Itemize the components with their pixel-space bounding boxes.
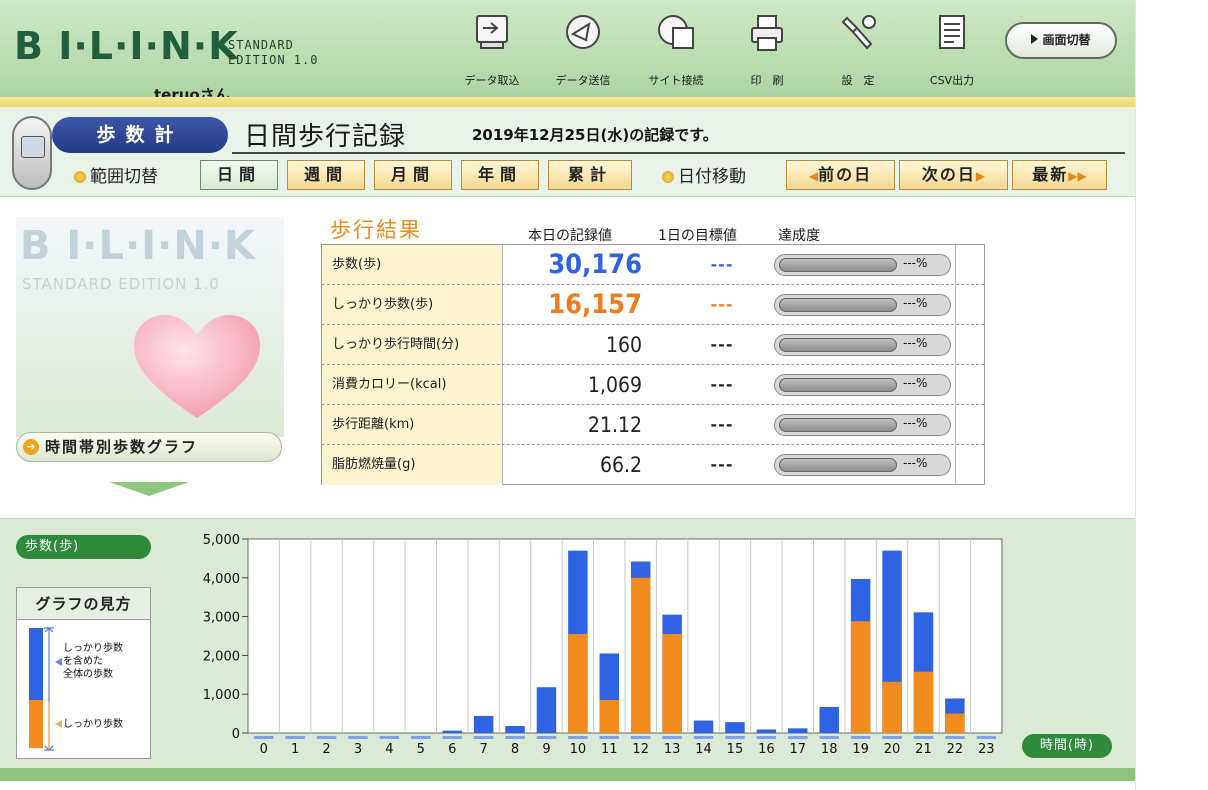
bar-total bbox=[505, 726, 525, 733]
y-tick-label: 3,000 bbox=[203, 611, 240, 626]
x-tick-label: 7 bbox=[479, 742, 487, 757]
x-tick-label: 19 bbox=[852, 742, 869, 757]
x-marker bbox=[850, 736, 871, 739]
x-tick-label: 21 bbox=[915, 742, 932, 757]
x-marker bbox=[662, 736, 682, 739]
x-marker bbox=[379, 736, 400, 739]
x-tick-label: 16 bbox=[758, 742, 775, 757]
x-tick-label: 11 bbox=[601, 742, 618, 757]
bar-firm bbox=[630, 577, 651, 733]
x-marker bbox=[725, 736, 745, 739]
x-tick-label: 15 bbox=[727, 742, 744, 757]
x-marker bbox=[442, 736, 462, 739]
x-tick-label: 17 bbox=[790, 742, 807, 757]
x-tick-label: 5 bbox=[417, 742, 425, 757]
bar-total bbox=[536, 687, 557, 733]
bar-firm bbox=[599, 700, 620, 733]
bar-firm bbox=[882, 681, 902, 733]
bar-total bbox=[725, 722, 745, 733]
x-tick-label: 20 bbox=[884, 742, 901, 757]
y-tick-label: 5,000 bbox=[203, 533, 240, 548]
x-marker bbox=[411, 736, 431, 739]
y-tick-label: 1,000 bbox=[203, 688, 240, 703]
x-tick-label: 10 bbox=[570, 742, 587, 757]
bar-total bbox=[819, 707, 839, 733]
x-marker bbox=[599, 736, 620, 739]
bar-total bbox=[756, 729, 777, 733]
x-marker bbox=[819, 736, 839, 739]
x-marker bbox=[348, 736, 368, 739]
y-tick-label: 0 bbox=[232, 727, 240, 742]
y-tick-label: 4,000 bbox=[203, 572, 240, 587]
x-tick-label: 0 bbox=[260, 742, 268, 757]
x-tick-label: 9 bbox=[542, 742, 550, 757]
x-marker bbox=[756, 736, 777, 739]
x-tick-label: 6 bbox=[448, 742, 456, 757]
bar-total bbox=[473, 715, 494, 733]
bar-firm bbox=[945, 713, 965, 733]
x-marker bbox=[285, 736, 305, 739]
x-tick-label: 2 bbox=[322, 742, 330, 757]
x-marker bbox=[473, 736, 494, 739]
x-marker bbox=[253, 736, 274, 739]
window-margin bbox=[1135, 0, 1208, 790]
x-tick-label: 4 bbox=[385, 742, 393, 757]
x-marker bbox=[788, 736, 808, 739]
x-marker bbox=[945, 736, 965, 739]
x-marker bbox=[505, 736, 525, 739]
bar-firm bbox=[662, 634, 682, 733]
x-tick-label: 22 bbox=[947, 742, 964, 757]
bar-total bbox=[442, 730, 462, 733]
app-window: B I·L·I·N·K STANDARD EDITION 1.0 teruoさん… bbox=[0, 0, 1135, 790]
bar-total bbox=[693, 720, 714, 733]
hourly-steps-chart: 01,0002,0003,0004,0005,0000 1 2 3 4 5 6 7 8 9 10 11… bbox=[203, 533, 1003, 757]
x-tick-label: 8 bbox=[511, 742, 519, 757]
bar-firm bbox=[913, 671, 934, 733]
x-tick-label: 12 bbox=[632, 742, 649, 757]
bar-firm bbox=[568, 634, 588, 733]
x-marker bbox=[568, 736, 588, 739]
x-marker bbox=[882, 736, 902, 739]
x-tick-label: 1 bbox=[291, 742, 299, 757]
x-tick-label: 23 bbox=[978, 742, 995, 757]
x-tick-label: 3 bbox=[354, 742, 362, 757]
y-tick-label: 2,000 bbox=[203, 649, 240, 664]
bar-total bbox=[788, 728, 808, 733]
x-tick-label: 14 bbox=[695, 742, 712, 757]
x-marker bbox=[630, 736, 651, 739]
x-tick-label: 18 bbox=[821, 742, 838, 757]
x-marker bbox=[536, 736, 557, 739]
x-marker bbox=[693, 736, 714, 739]
x-marker bbox=[316, 736, 337, 739]
bar-firm bbox=[850, 621, 871, 733]
x-marker bbox=[976, 736, 997, 739]
x-marker bbox=[913, 736, 934, 739]
x-tick-label: 13 bbox=[664, 742, 681, 757]
